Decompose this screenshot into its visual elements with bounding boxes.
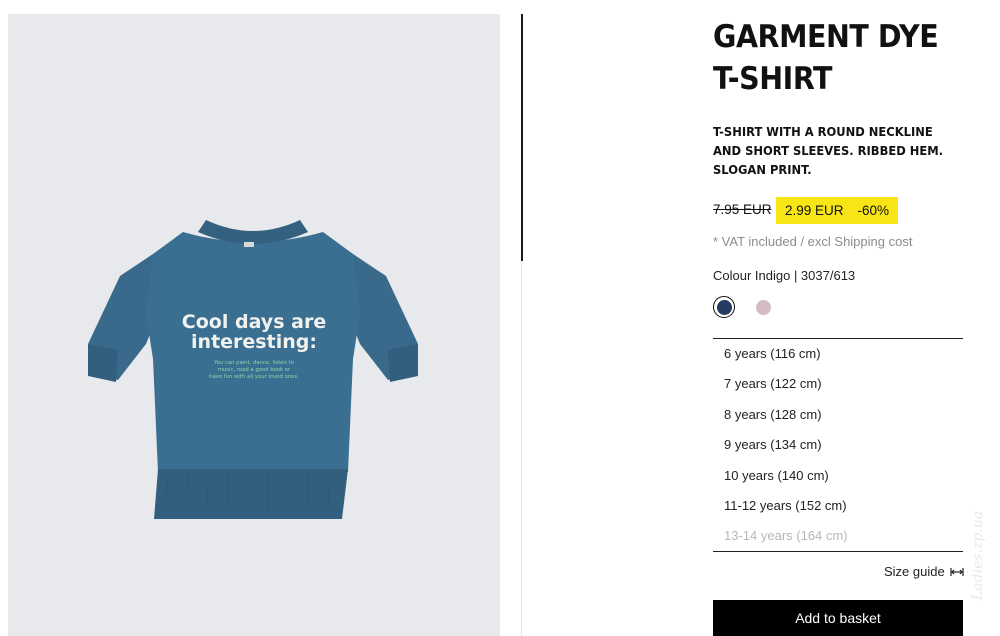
discount-percent: -60%	[857, 203, 890, 218]
vat-note: * VAT included / excl Shipping cost	[713, 234, 913, 249]
colour-swatch-indigo[interactable]	[713, 296, 735, 318]
gallery-scrollbar-thumb[interactable]	[521, 14, 523, 261]
size-option[interactable]: 7 years (122 cm)	[713, 369, 963, 399]
print-small-1: You can paint, dance, listen to	[214, 360, 294, 366]
size-guide-link[interactable]: Size guide	[884, 564, 964, 579]
size-option[interactable]: 9 years (134 cm)	[713, 430, 963, 460]
colour-swatch-pink[interactable]	[756, 300, 771, 315]
product-description: T-SHIRT WITH A ROUND NECKLINE AND SHORT …	[713, 124, 944, 177]
size-list-bottom-divider	[713, 551, 963, 552]
ruler-arrows-icon	[950, 567, 964, 576]
size-option[interactable]: 10 years (140 cm)	[713, 461, 963, 491]
size-option[interactable]: 6 years (116 cm)	[713, 339, 963, 369]
old-price: 7.95 EUR	[713, 202, 772, 217]
print-line-1: Cool days are	[181, 311, 327, 333]
sale-price: 2.99 EUR	[785, 203, 844, 218]
print-small-3: have fun with all your loved ones.	[209, 374, 299, 380]
size-list: 6 years (116 cm) 7 years (122 cm) 8 year…	[713, 339, 963, 552]
sale-price-badge: 2.99 EUR -60%	[776, 197, 899, 224]
product-title: GARMENT DYE T-SHIRT	[713, 19, 939, 97]
product-image[interactable]: Cool days are interesting: You can paint…	[8, 14, 500, 636]
add-to-basket-button[interactable]: Add to basket	[713, 600, 963, 636]
size-option[interactable]: 8 years (128 cm)	[713, 400, 963, 430]
gallery-scrollbar-track[interactable]	[521, 261, 522, 636]
size-option[interactable]: 11-12 years (152 cm)	[713, 491, 963, 521]
watermark: Ladies.zp.ua	[970, 510, 986, 600]
print-line-2: interesting:	[191, 331, 317, 353]
colour-label: Colour Indigo | 3037/613	[713, 268, 856, 283]
size-guide-label: Size guide	[884, 564, 945, 579]
print-small-2: music, read a good book or	[217, 367, 291, 373]
size-option-unavailable[interactable]: 13-14 years (164 cm)	[713, 521, 963, 551]
